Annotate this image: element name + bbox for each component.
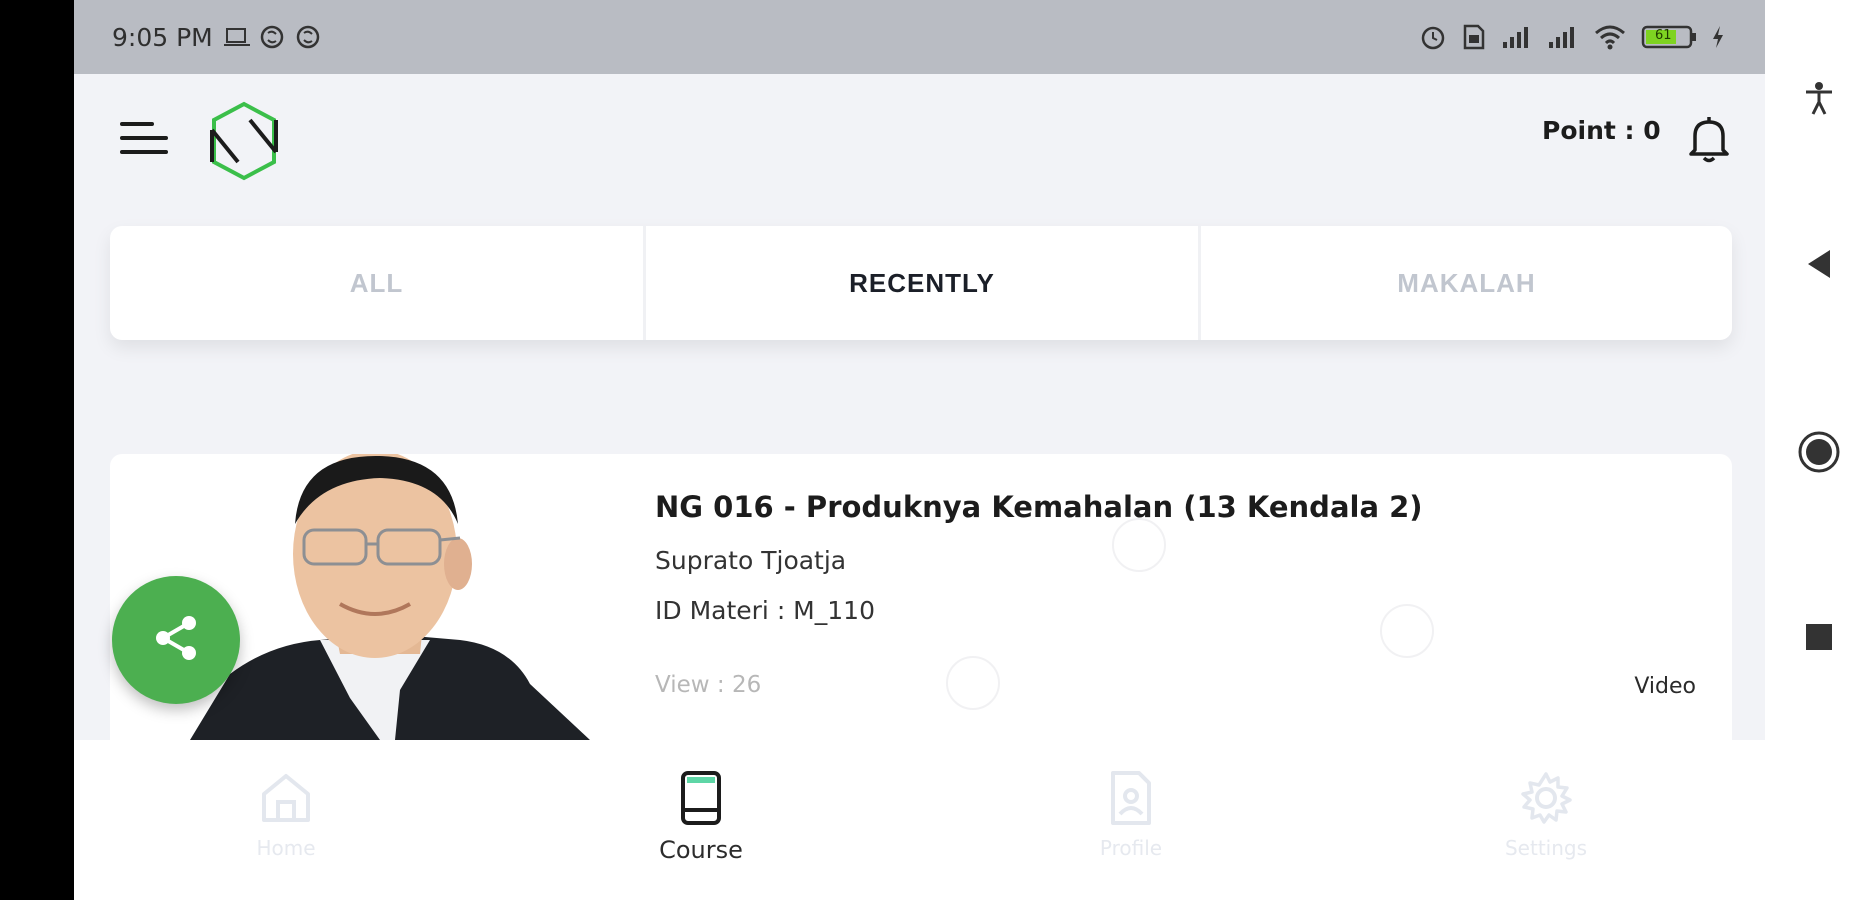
course-title: NG 016 - Produknya Kemahalan (13 Kendala… xyxy=(655,490,1423,524)
share-button[interactable] xyxy=(112,576,240,704)
nav-home[interactable]: Home xyxy=(206,770,366,860)
sync-icon xyxy=(259,24,285,50)
nav-settings[interactable]: Settings xyxy=(1466,770,1626,860)
wifi-icon xyxy=(1593,23,1627,51)
book-icon xyxy=(677,770,725,830)
bottom-navigation: Home Course Profile Settings xyxy=(74,740,1765,900)
screen: 9:05 PM 61 Point: 0 ALL RECENTLY MAKALA… xyxy=(0,0,1873,900)
nav-profile[interactable]: Profile xyxy=(1051,770,1211,860)
signal-icon xyxy=(1501,24,1533,50)
tab-recently[interactable]: RECENTLY xyxy=(646,226,1201,340)
points-label: Point : 0 xyxy=(1542,116,1661,145)
alarm-icon xyxy=(1419,23,1447,51)
category-tabs: ALL RECENTLY MAKALAH xyxy=(110,226,1732,340)
tab-makalah[interactable]: MAKALAH xyxy=(1201,226,1732,340)
instructor-photo xyxy=(190,454,590,740)
nav-home-label: Home xyxy=(256,836,316,860)
sim-icon xyxy=(1461,23,1487,51)
course-card[interactable]: NG 016 - Produknya Kemahalan (13 Kendala… xyxy=(110,454,1732,754)
sync-icon xyxy=(295,24,321,50)
app-logo xyxy=(208,100,280,182)
nav-course-label: Course xyxy=(659,836,743,864)
recents-icon[interactable] xyxy=(1765,622,1873,652)
nav-profile-label: Profile xyxy=(1099,836,1163,860)
status-bar: 9:05 PM 61 xyxy=(74,0,1765,74)
status-time: 9:05 PM xyxy=(112,22,213,52)
app-bar: Point : 0 xyxy=(74,74,1765,204)
course-author: Suprato Tjoatja xyxy=(655,546,847,575)
system-navigation-bar xyxy=(1765,0,1873,900)
bell-icon[interactable] xyxy=(1686,114,1732,164)
home-circle-icon[interactable] xyxy=(1765,430,1873,474)
ripple-effect xyxy=(1380,604,1434,658)
menu-icon[interactable] xyxy=(118,118,170,158)
battery-icon: 61 xyxy=(1641,23,1697,51)
nav-course[interactable]: Course xyxy=(621,770,781,864)
left-bezel xyxy=(0,0,74,900)
accessibility-icon[interactable] xyxy=(1765,80,1873,116)
share-icon xyxy=(151,613,201,667)
tab-all[interactable]: ALL xyxy=(110,226,646,340)
ripple-effect xyxy=(946,656,1000,710)
gear-icon xyxy=(1518,770,1574,830)
home-icon xyxy=(258,770,314,830)
laptop-icon xyxy=(223,24,250,50)
course-material-id: ID Materi : M_110 xyxy=(655,596,875,625)
profile-icon xyxy=(1107,770,1155,830)
course-type: Video xyxy=(1634,674,1696,699)
ripple-effect xyxy=(1112,518,1166,572)
signal-icon xyxy=(1547,24,1579,50)
battery-level: 61 xyxy=(1655,28,1672,43)
nav-settings-label: Settings xyxy=(1504,836,1588,860)
course-views: View : 26 xyxy=(655,672,762,698)
charging-icon xyxy=(1711,24,1725,50)
app-window: 9:05 PM 61 Point: 0 ALL RECENTLY MAKALA… xyxy=(74,0,1765,900)
back-icon[interactable] xyxy=(1765,248,1873,280)
